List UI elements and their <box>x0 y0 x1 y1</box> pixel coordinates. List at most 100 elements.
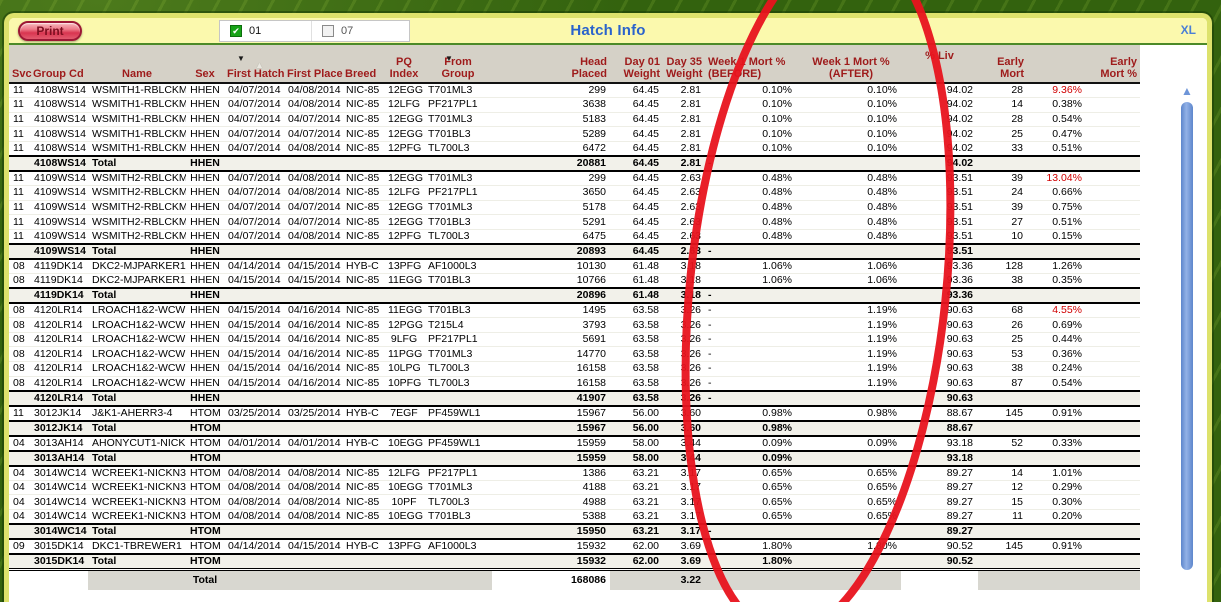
cell-head_placed: 20896 <box>492 287 610 305</box>
cell-early_mort: 28 <box>978 83 1027 99</box>
sort-desc-icon[interactable]: ▼ <box>237 54 245 63</box>
cell-first_place: 04/08/2014 <box>284 83 342 99</box>
table-row[interactable]: 084120LR14LROACH1&2-WCW1-6HHEN04/15/2014… <box>9 361 1140 377</box>
cell-from_group <box>424 419 492 437</box>
cell-group_cd: 4119DK14 <box>30 287 88 305</box>
cell-svc: 11 <box>9 185 30 201</box>
table-row[interactable]: 114109WS14WSMITH2-RBLCKMN4HHEN04/07/2014… <box>9 229 1140 245</box>
column-header-pq_index[interactable]: PQ Index <box>384 45 424 84</box>
cell-name: WCREEK1-NICKN3-4 <box>88 494 186 510</box>
column-header-wk1_mort_after[interactable]: Week 1 Mort % (AFTER) <box>801 45 901 84</box>
cell-wk1_mort_after: 1.06% <box>801 273 901 289</box>
cell-group_cd: 3014WC14 <box>30 494 88 510</box>
column-header-first_hatch[interactable]: First Hatch <box>224 45 284 84</box>
table-row[interactable]: 114109WS14WSMITH2-RBLCKMN4HHEN04/07/2014… <box>9 200 1140 216</box>
table-row[interactable]: 114108WS14WSMITH1-RBLCKMN1HHEN04/07/2014… <box>9 83 1140 99</box>
column-header-early_mort[interactable]: Early Mort <box>978 45 1027 84</box>
column-header-day35_weight[interactable]: Day 35 Weight <box>663 45 705 84</box>
column-header-group_cd[interactable]: Group Cd <box>30 45 88 84</box>
table-row[interactable]: 084120LR14LROACH1&2-WCW1-6HHEN04/15/2014… <box>9 332 1140 348</box>
cell-sex: HTOM <box>186 465 224 481</box>
table-row[interactable]: 084120LR14LROACH1&2-WCW1-6HHEN04/15/2014… <box>9 303 1140 319</box>
cell-early_mort: 145 <box>978 539 1027 555</box>
cell-from_group <box>424 242 492 260</box>
table-row[interactable]: 084120LR14LROACH1&2-WCW1-6HHEN04/15/2014… <box>9 376 1140 392</box>
table-row[interactable]: 04 3014WC14 WCREEK1-NICKN3-4 HTOM 04/08/2014… <box>9 480 1140 496</box>
table-row[interactable]: 04 3014WC14 WCREEK1-NICKN3-4 HTOM 04/08/2014… <box>9 509 1140 525</box>
cell-first_hatch: 04/07/2014 <box>224 83 284 99</box>
table-row[interactable]: 114109WS14WSMITH2-RBLCKMN4HHEN04/07/2014… <box>9 170 1140 187</box>
column-header-wk1_mort_before[interactable]: Week 1 Mort % (BEFORE) <box>705 45 801 84</box>
cell-day01_weight: 63.58 <box>610 361 663 377</box>
table-row[interactable]: 09 3015DK14 DKC1-TBREWER1 HTOM 04/14/2014 04/… <box>9 539 1140 555</box>
table-area: ▼ ▲ ▼ Svc Group Cd Name Sex First Hatch First… <box>9 45 1207 602</box>
cell-wk1_mort_before: - <box>705 317 801 333</box>
column-header-sex[interactable]: Sex <box>186 45 224 84</box>
cell-sex: HTOM <box>186 553 224 571</box>
cell-svc: 08 <box>9 332 30 348</box>
table-row[interactable]: 114109WS14WSMITH2-RBLCKMN4HHEN04/07/2014… <box>9 185 1140 201</box>
cell-day01_weight: 64.45 <box>610 83 663 99</box>
cell-breed <box>342 553 384 571</box>
column-header-breed[interactable]: Breed <box>342 45 384 84</box>
column-header-svc[interactable]: Svc <box>9 45 32 84</box>
cell-day01_weight: 64.45 <box>610 141 663 157</box>
cell-first_hatch <box>224 449 284 467</box>
cell-breed: NIC-85 <box>342 509 384 525</box>
table-row[interactable]: 04 3014WC14 WCREEK1-NICKN3-4 HTOM 04/08/2014… <box>9 465 1140 481</box>
table-row[interactable]: 114109WS14WSMITH2-RBLCKMN4HHEN04/07/2014… <box>9 214 1140 230</box>
cell-group_cd: 4108WS14 <box>30 154 88 172</box>
table-row[interactable]: 084120LR14LROACH1&2-WCW1-6HHEN04/15/2014… <box>9 346 1140 362</box>
cell-svc <box>9 154 30 172</box>
sort-asc-pale-icon[interactable]: ▲ <box>255 60 264 70</box>
table-row[interactable]: 08 4119DK14 DKC2-MJPARKER1 HHEN 04/15/2014 04… <box>9 273 1140 289</box>
cell-from_group <box>424 568 492 590</box>
cell-wk1_mort_before: 0.10% <box>705 83 801 99</box>
sort-desc-icon-breed[interactable]: ▼ <box>445 54 453 63</box>
cell-svc: 08 <box>9 361 30 377</box>
cell-early_mort_pct: 0.24% <box>1027 361 1140 377</box>
cell-first_place: 04/08/2014 <box>284 229 342 245</box>
column-header-early_mort_pct[interactable]: Early Mort % <box>1027 45 1140 84</box>
table-row[interactable]: 114108WS14WSMITH1-RBLCKMN1HHEN04/07/2014… <box>9 141 1140 157</box>
table-row[interactable]: 04 3014WC14 WCREEK1-NICKN3-4 HTOM 04/08/2014… <box>9 494 1140 510</box>
scroll-thumb[interactable] <box>1181 102 1193 570</box>
table-row[interactable]: 114108WS14WSMITH1-RBLCKMN1HHEN04/07/2014… <box>9 126 1140 142</box>
column-header-head_placed[interactable]: Head Placed <box>492 45 610 84</box>
table-row[interactable]: 084120LR14LROACH1&2-WCW1-6HHEN04/15/2014… <box>9 317 1140 333</box>
cell-first_place: 04/15/2014 <box>284 273 342 289</box>
cell-sex: HHEN <box>186 112 224 128</box>
cell-breed: HYB-C <box>342 258 384 275</box>
table-row[interactable]: 11 3012JK14 J&K1-AHERR3-4 HTOM 03/25/2014 03/… <box>9 405 1140 422</box>
cell-pct_liv: 93.36 <box>901 287 978 305</box>
column-header-day01_weight[interactable]: Day 01 Weight <box>610 45 663 84</box>
cell-name: WCREEK1-NICKN3-4 <box>88 509 186 525</box>
table-row[interactable]: 114108WS14WSMITH1-RBLCKMN1HHEN04/07/2014… <box>9 112 1140 128</box>
column-header-name[interactable]: Name <box>88 45 186 84</box>
cell-name: WSMITH2-RBLCKMN4 <box>88 185 186 201</box>
cell-pq_index <box>384 523 424 541</box>
export-xl-link[interactable]: XL <box>1181 23 1196 37</box>
table-row[interactable]: 043013AH14AHONYCUT1-NICKN1HTOM04/01/2014… <box>9 435 1140 452</box>
cell-wk1_mort_before: - <box>705 154 801 172</box>
cell-svc: 08 <box>9 258 30 275</box>
table-row[interactable]: 08 4119DK14 DKC2-MJPARKER1 HHEN 04/14/2014 04… <box>9 258 1140 275</box>
cell-day01_weight: 58.00 <box>610 449 663 467</box>
scroll-up-arrow[interactable]: ▲ <box>1180 85 1194 97</box>
cell-early_mort_pct: 0.69% <box>1027 317 1140 333</box>
column-header-first_place[interactable]: First Place <box>284 45 343 84</box>
column-header-pct_liv[interactable]: % Liv <box>901 45 978 84</box>
table-row[interactable]: 114108WS14WSMITH1-RBLCKMN1HHEN04/07/2014… <box>9 97 1140 113</box>
cell-breed: HYB-C <box>342 405 384 422</box>
cell-first_hatch: 04/07/2014 <box>224 141 284 157</box>
cell-early_mort <box>978 568 1027 590</box>
cell-name: WCREEK1-NICKN3-4 <box>88 465 186 481</box>
cell-wk1_mort_before: - <box>705 346 801 362</box>
cell-first_hatch: 04/07/2014 <box>224 229 284 245</box>
grand-total-row: Total 168086 3.22 <box>9 568 1140 590</box>
column-header-from_group[interactable]: From Group <box>424 45 492 84</box>
cell-name: Total <box>88 154 186 172</box>
cell-from_group: T701BL3 <box>424 214 492 230</box>
cell-first_place <box>284 419 342 437</box>
cell-early_mort_pct: 0.30% <box>1027 494 1140 510</box>
